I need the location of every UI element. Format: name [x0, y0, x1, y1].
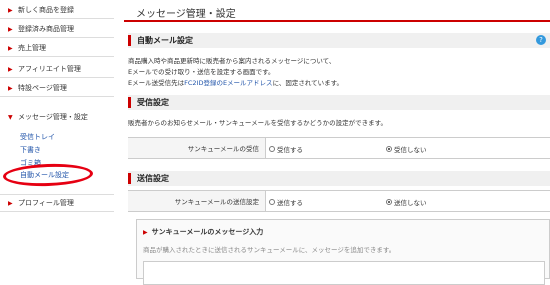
thanks-message-textarea[interactable]	[143, 261, 545, 285]
help-icon[interactable]: ?	[536, 35, 546, 45]
desc-text: に、固定されています。	[272, 79, 344, 87]
section-title: 送信設定	[137, 174, 169, 183]
sidebar-item-sales[interactable]: ▶ 売上管理	[0, 40, 114, 57]
thanks-title-text: サンキューメールのメッセージ入力	[151, 228, 264, 236]
sidebar-subitem-drafts[interactable]: 下書き	[20, 145, 41, 155]
sidebar-item-profile[interactable]: ▶ プロフィール管理	[0, 194, 114, 212]
section-marker	[128, 173, 131, 184]
sidebar-item-special-pages[interactable]: ▶ 特設ページ管理	[0, 80, 114, 97]
radio-selected-icon	[386, 146, 392, 152]
auto-mail-desc-line3: Eメール送受信先はFC2ID登録のEメールアドレスに、固定されています。	[128, 77, 343, 87]
sidebar-item-messages[interactable]: ▼ メッセージ管理・設定	[0, 109, 114, 125]
fc2id-email-link[interactable]: FC2ID登録のEメールアドレス	[184, 79, 272, 87]
chevron-right-icon: ▶	[8, 6, 13, 14]
receive-section-header: 受信設定	[128, 95, 550, 110]
chevron-right-icon: ▶	[8, 84, 13, 92]
radio-label: 受信する	[277, 146, 303, 154]
desc-text: Eメール送受信先は	[128, 79, 185, 87]
send-setting-row: サンキューメールの送信設定	[128, 190, 550, 212]
sidebar-item-label: 登録済み商品管理	[18, 25, 74, 33]
section-marker	[128, 97, 131, 108]
radio-label: 受信しない	[394, 146, 427, 154]
radio-label: 送信する	[277, 199, 303, 207]
radio-icon	[269, 199, 275, 205]
chevron-right-icon: ▶	[8, 199, 13, 207]
radio-label: 送信しない	[394, 199, 427, 207]
sidebar-item-label: 売上管理	[18, 44, 46, 52]
sidebar-item-new-product[interactable]: ▶ 新しく商品を登録	[0, 2, 114, 19]
thanks-message-box: ▶ サンキューメールのメッセージ入力 商品が購入されたときに送信されるサンキューメ…	[136, 219, 550, 285]
thanks-message-title: ▶ サンキューメールのメッセージ入力	[143, 227, 263, 237]
sidebar-item-label: メッセージ管理・設定	[18, 113, 88, 121]
thanks-message-desc: 商品が購入されたときに送信されるサンキューメールに、メッセージを追加できます。	[143, 246, 396, 254]
receive-desc: 販売者からのお知らせメール・サンキューメールを受信するかどうかの設定ができます。	[128, 119, 387, 127]
chevron-right-icon: ▶	[8, 65, 13, 73]
chevron-down-icon: ▼	[8, 113, 13, 121]
chevron-right-icon: ▶	[8, 44, 13, 52]
send-section-header: 送信設定	[128, 171, 550, 186]
chevron-right-icon: ▶	[8, 25, 13, 33]
sidebar-item-label: 新しく商品を登録	[18, 6, 74, 14]
receive-off-radio[interactable]: 受信しない	[386, 144, 427, 154]
page-title: メッセージ管理・設定	[136, 9, 236, 20]
receive-row-label: サンキューメールの受信	[128, 138, 266, 158]
highlight-circle	[2, 162, 94, 188]
send-off-radio[interactable]: 送信しない	[386, 197, 427, 207]
sidebar-item-label: プロフィール管理	[18, 199, 74, 207]
sidebar-item-label: 特設ページ管理	[18, 84, 67, 92]
section-marker	[128, 35, 131, 46]
section-title: 受信設定	[137, 98, 169, 107]
send-on-radio[interactable]: 送信する	[269, 197, 303, 207]
sidebar-subitem-inbox[interactable]: 受信トレイ	[20, 132, 55, 142]
sidebar-item-affiliate[interactable]: ▶ アフィリエイト管理	[0, 61, 114, 78]
main-content: メッセージ管理・設定 自動メール設定 ? 商品購入時や商品更新時に販売者から案内…	[124, 0, 550, 285]
page-title-bar: メッセージ管理・設定	[124, 0, 550, 22]
triangle-right-icon: ▶	[143, 229, 148, 236]
receive-setting-row: サンキューメールの受信	[128, 137, 550, 159]
send-row-label: サンキューメールの送信設定	[128, 191, 266, 211]
radio-icon	[269, 146, 275, 152]
sidebar-item-label: アフィリエイト管理	[18, 65, 81, 73]
auto-mail-section-header: 自動メール設定 ?	[128, 33, 550, 48]
auto-mail-desc-line2: Eメールでの受け取り・送信を設定する画面です。	[128, 68, 275, 76]
auto-mail-desc-line1: 商品購入時や商品更新時に販売者から案内されるメッセージについて、	[128, 57, 336, 65]
radio-selected-icon	[386, 199, 392, 205]
receive-on-radio[interactable]: 受信する	[269, 144, 303, 154]
sidebar: ▶ 新しく商品を登録 ▶ 登録済み商品管理 ▶ 売上管理 ▶ アフィリエイト管理…	[0, 0, 118, 279]
section-title: 自動メール設定	[137, 36, 193, 45]
sidebar-item-registered-products[interactable]: ▶ 登録済み商品管理	[0, 21, 114, 38]
